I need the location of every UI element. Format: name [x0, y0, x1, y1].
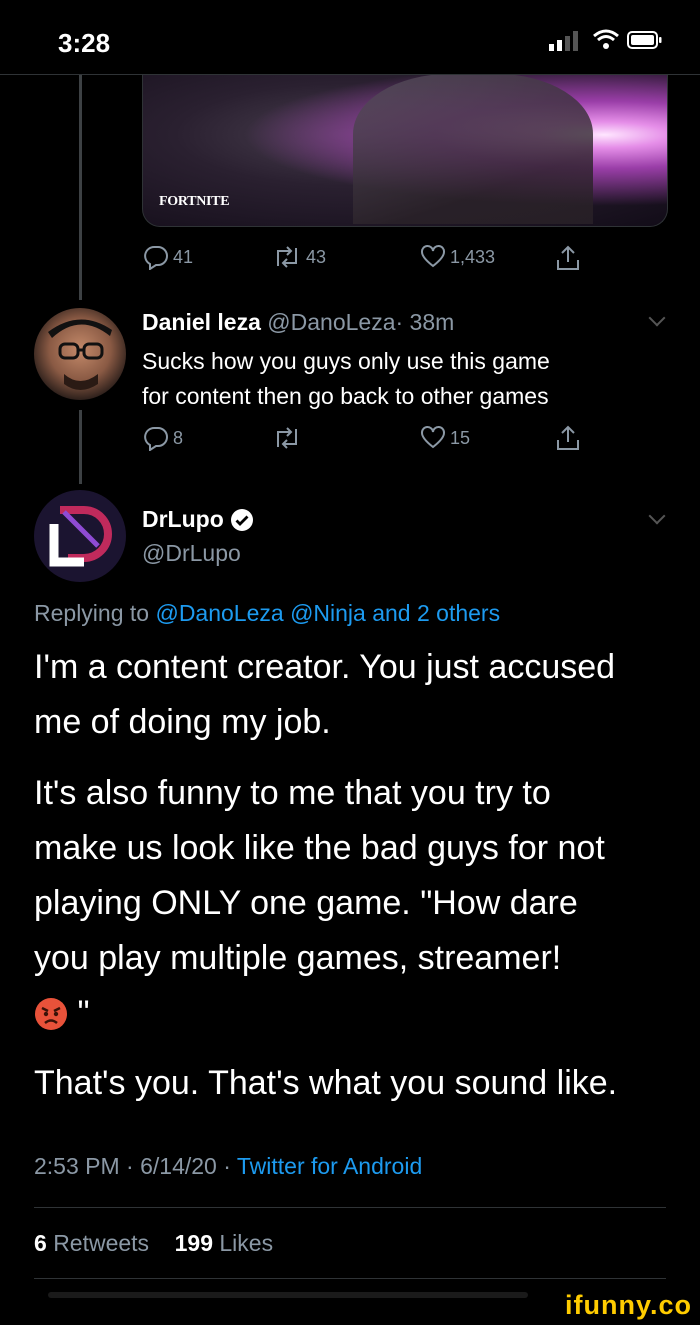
reply-icon — [144, 427, 168, 451]
chevron-down-icon[interactable] — [648, 507, 666, 525]
retweets-stat[interactable]: 6 Retweets — [34, 1230, 149, 1256]
status-bar: 3:28 — [0, 0, 700, 75]
divider — [34, 1278, 666, 1279]
drlupo-logo-icon — [49, 506, 112, 567]
retweet-button[interactable] — [272, 425, 302, 451]
likes-label: Likes — [219, 1230, 274, 1256]
retweets-count: 6 — [34, 1230, 47, 1256]
reply-icon — [144, 246, 168, 270]
verified-badge-icon — [230, 508, 253, 531]
like-button[interactable]: 1,433 — [420, 244, 495, 270]
text-line: I'm a content creator. You just accused — [34, 648, 616, 686]
like-button[interactable]: 15 — [420, 425, 470, 451]
home-indicator — [48, 1292, 528, 1298]
thread-line — [79, 74, 82, 300]
emoji-line: " — [34, 986, 605, 1041]
share-icon[interactable] — [555, 244, 581, 272]
retweet-icon — [277, 427, 297, 449]
share-icon[interactable] — [555, 424, 581, 452]
media-logo-text: FORTNITE — [159, 194, 230, 209]
reply-button[interactable]: 41 — [143, 244, 193, 270]
tweet-paragraph: That's you. That's what you sound like. — [34, 1064, 618, 1102]
wifi-icon — [593, 29, 619, 49]
text-line: you play multiple games, streamer! — [34, 939, 562, 977]
tweet-paragraph: It's also funny to me that you try to ma… — [34, 766, 605, 1041]
retweet-button[interactable]: 43 — [272, 244, 326, 270]
chevron-down-icon[interactable] — [648, 309, 666, 327]
retweet-icon — [277, 246, 297, 268]
text-line: playing ONLY one game. "How dare — [34, 884, 578, 922]
reply-tweet-header: Daniel leza @DanoLeza· 38m — [142, 309, 454, 336]
status-time: 3:28 — [58, 28, 111, 58]
reply-count: 8 — [173, 427, 184, 448]
user-handle[interactable]: @DanoLeza — [267, 309, 395, 335]
text-line: It's also funny to me that you try to — [34, 774, 551, 812]
battery-icon — [627, 31, 662, 49]
avatar[interactable] — [34, 490, 126, 582]
reply-tweet-text: Sucks how you guys only use this game fo… — [142, 344, 550, 414]
text-line: make us look like the bad guys for not — [34, 829, 605, 867]
retweets-label: Retweets — [53, 1230, 150, 1256]
tweet-source-link[interactable]: Twitter for Android — [237, 1153, 422, 1179]
tweet-paragraph: I'm a content creator. You just accused … — [34, 640, 615, 750]
engagement-stats: 6 Retweets 199 Likes — [34, 1230, 273, 1257]
closing-quote: " — [68, 994, 90, 1032]
timestamp: 2:53 PM · 6/14/20 · — [34, 1153, 231, 1179]
display-name: DrLupo — [142, 506, 224, 532]
heart-icon — [421, 245, 445, 268]
divider — [34, 1207, 666, 1208]
tweet-age: · 38m — [395, 309, 455, 335]
cellular-signal-icon — [549, 31, 578, 51]
avatar-portrait — [48, 319, 112, 390]
avatar[interactable] — [34, 308, 126, 400]
reply-count: 41 — [173, 246, 194, 267]
likes-count: 199 — [174, 1230, 213, 1256]
text-line: Sucks how you guys only use this game — [142, 348, 550, 374]
reply-button[interactable]: 8 — [143, 425, 183, 451]
retweet-count: 43 — [306, 246, 327, 267]
likes-stat[interactable]: 199 Likes — [175, 1230, 273, 1256]
like-count: 1,433 — [450, 246, 496, 267]
tweet-media-image[interactable]: FORTNITE — [142, 74, 668, 227]
text-line: me of doing my job. — [34, 703, 331, 741]
replying-to-mentions[interactable]: @DanoLeza @Ninja and 2 others — [155, 600, 500, 626]
media-figure — [353, 74, 593, 224]
replying-to-line: Replying to @DanoLeza @Ninja and 2 other… — [34, 600, 500, 627]
tweet-timestamp-line: 2:53 PM · 6/14/20 · Twitter for Android — [34, 1153, 422, 1180]
main-tweet-author[interactable]: DrLupo — [142, 506, 254, 533]
like-count: 15 — [450, 427, 471, 448]
ifunny-watermark: ifunny.co — [565, 1290, 692, 1320]
thread-line — [79, 410, 82, 484]
text-line: for content then go back to other games — [142, 383, 549, 409]
replying-prefix: Replying to — [34, 600, 150, 626]
user-handle[interactable]: @DrLupo — [142, 540, 241, 567]
display-name[interactable]: Daniel leza — [142, 309, 261, 335]
heart-icon — [421, 426, 445, 449]
angry-face-emoji-icon — [35, 997, 67, 1030]
watermark-bar: ifunny.co — [0, 1284, 700, 1325]
